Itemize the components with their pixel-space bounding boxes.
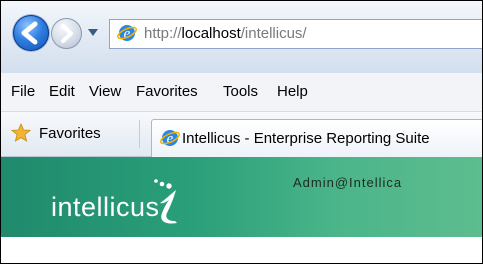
menu-view[interactable]: View	[89, 83, 121, 100]
address-bar[interactable]: e http://localhost/intellicus/	[109, 19, 482, 49]
browser-window: e http://localhost/intellicus/ File Edit…	[0, 0, 483, 264]
page-content	[1, 237, 482, 263]
back-icon	[21, 21, 38, 45]
star-icon[interactable]	[11, 123, 31, 143]
menu-bar: File Edit View Favorites Tools Help	[1, 73, 482, 112]
tab-title: Intellicus - Enterprise Reporting Suite	[182, 130, 430, 147]
menu-file[interactable]: File	[11, 83, 35, 100]
address-url: http://localhost/intellicus/	[144, 25, 307, 42]
app-banner: intellicus Admin@Intellica	[1, 157, 482, 237]
forward-icon	[61, 24, 73, 43]
history-dropdown-icon[interactable]	[88, 29, 98, 37]
logged-in-user: Admin@Intellica	[293, 175, 403, 190]
menu-edit[interactable]: Edit	[49, 83, 75, 100]
menu-tools[interactable]: Tools	[223, 83, 258, 100]
toolbar-separator	[139, 120, 140, 148]
forward-button[interactable]	[51, 18, 82, 49]
menu-help[interactable]: Help	[277, 83, 308, 100]
app-logo-text: intellicus	[51, 192, 160, 222]
url-protocol: http://	[144, 25, 182, 42]
menu-favorites[interactable]: Favorites	[136, 83, 198, 100]
back-button[interactable]	[13, 15, 49, 51]
url-path: /intellicus/	[240, 25, 307, 42]
address-toolbar: e http://localhost/intellicus/	[1, 1, 482, 73]
ie-icon: e	[117, 25, 137, 42]
url-host: localhost	[181, 25, 241, 42]
favorites-button-label[interactable]: Favorites	[39, 125, 101, 142]
ie-icon: e	[160, 130, 180, 147]
browser-tab[interactable]: e Intellicus - Enterprise Reporting Suit…	[151, 119, 482, 157]
favorites-bar: Favorites e Intellicus - Enterprise Repo…	[1, 112, 482, 157]
logo-mark-icon	[154, 179, 177, 224]
